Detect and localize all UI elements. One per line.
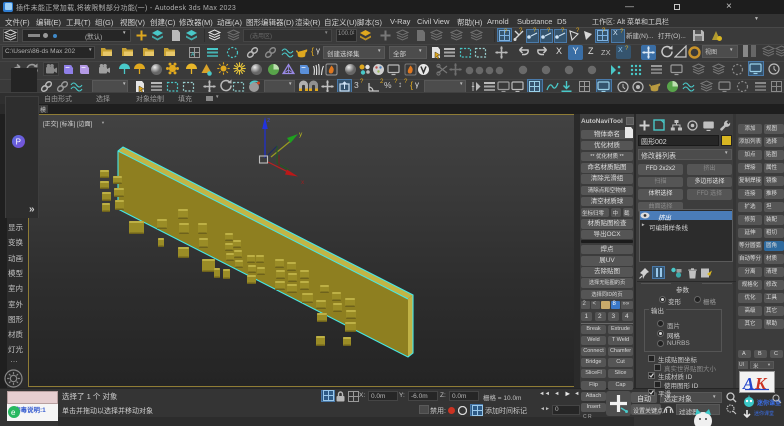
svg-text:x: x xyxy=(301,179,305,186)
svg-text:e: e xyxy=(11,408,16,417)
svg-text:A: A xyxy=(742,374,754,393)
svg-text:P: P xyxy=(16,138,21,147)
svg-text:z: z xyxy=(267,117,270,124)
svg-text:K: K xyxy=(754,374,768,393)
svg-text:y: y xyxy=(299,131,303,138)
